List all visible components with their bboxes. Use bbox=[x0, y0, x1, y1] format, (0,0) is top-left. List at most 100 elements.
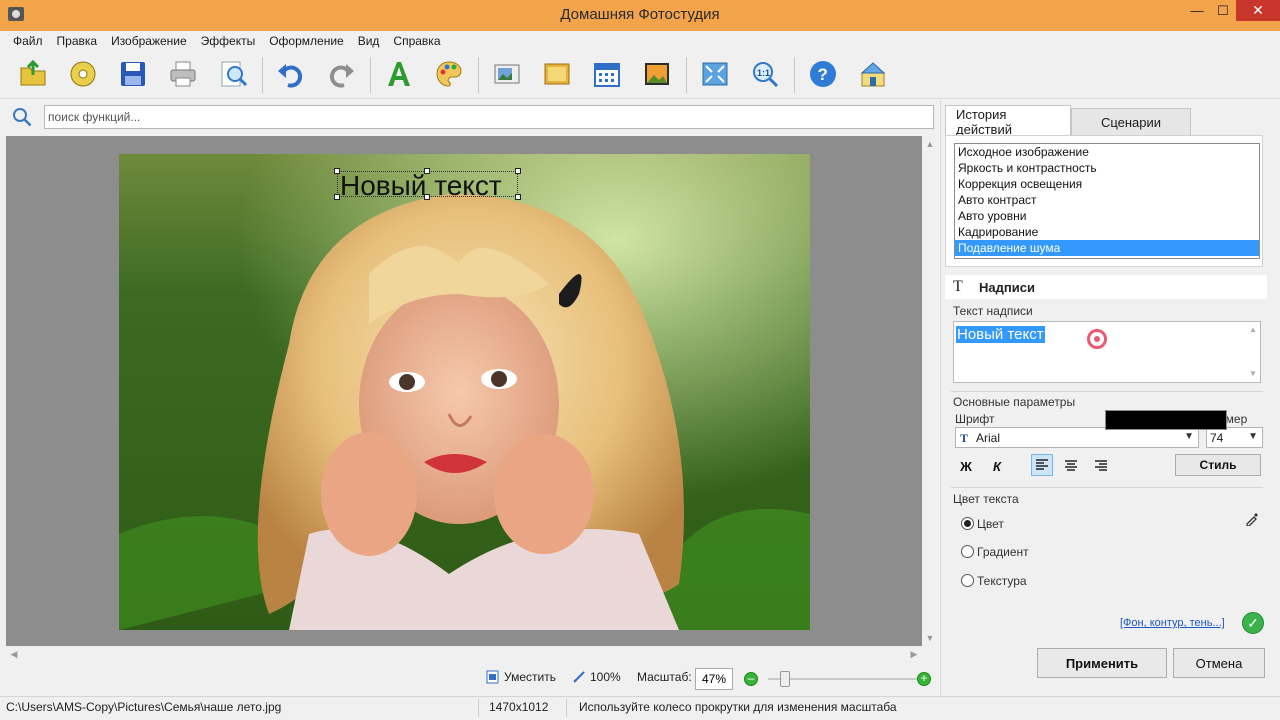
resize-handle-n[interactable] bbox=[424, 168, 430, 174]
zoom-input[interactable] bbox=[695, 668, 733, 690]
fit-icon bbox=[486, 670, 499, 684]
menu-edit[interactable]: Правка bbox=[50, 34, 105, 48]
open-folder-icon[interactable] bbox=[16, 57, 50, 91]
gradient-option-label: Градиент bbox=[977, 545, 1029, 559]
align-left-button[interactable] bbox=[1031, 454, 1053, 476]
search-input[interactable] bbox=[44, 105, 934, 129]
redo-icon[interactable] bbox=[324, 57, 358, 91]
zoom-slider-track[interactable] bbox=[768, 678, 918, 680]
section-title: Надписи bbox=[979, 280, 1035, 295]
caption-properties: Текст надписи Новый текст ▲ ▼ Основные п… bbox=[945, 301, 1267, 601]
scroll-left-icon[interactable]: ◀ bbox=[9, 649, 19, 659]
image-frame-icon[interactable] bbox=[490, 57, 524, 91]
menu-image[interactable]: Изображение bbox=[104, 34, 194, 48]
menu-file[interactable]: Файл bbox=[6, 34, 50, 48]
text-icon[interactable] bbox=[382, 57, 416, 91]
title-bar: Домашняя Фотостудия — ☐ ✕ bbox=[0, 0, 1280, 31]
canvas-vertical-scrollbar[interactable]: ▲ ▼ bbox=[922, 136, 938, 646]
history-item[interactable]: Коррекция освещения bbox=[955, 176, 1259, 192]
italic-button[interactable]: К bbox=[986, 455, 1008, 477]
tab-scenarios[interactable]: Сценарии bbox=[1071, 108, 1191, 135]
fit-button[interactable]: Уместить bbox=[486, 670, 556, 684]
help-icon[interactable]: ? bbox=[806, 57, 840, 91]
undo-icon[interactable] bbox=[274, 57, 308, 91]
texture-radio[interactable] bbox=[961, 574, 974, 587]
align-center-button[interactable] bbox=[1060, 455, 1082, 477]
history-item[interactable]: Кадрирование bbox=[955, 224, 1259, 240]
save-icon[interactable] bbox=[116, 57, 150, 91]
chevron-down-icon: ▼ bbox=[1184, 431, 1194, 442]
history-item[interactable]: Авто уровни bbox=[955, 208, 1259, 224]
captions-section-header: T Надписи bbox=[945, 275, 1267, 299]
bold-button[interactable]: Ж bbox=[955, 455, 977, 477]
zoom-in-button[interactable]: + bbox=[917, 672, 931, 686]
history-item-selected[interactable]: Подавление шума bbox=[955, 240, 1259, 256]
eyedropper-icon[interactable] bbox=[1245, 512, 1259, 527]
fit-screen-icon[interactable] bbox=[698, 57, 732, 91]
history-list[interactable]: Исходное изображение Яркость и контрастн… bbox=[954, 143, 1260, 259]
postcard-icon[interactable] bbox=[640, 57, 674, 91]
color-radio[interactable] bbox=[961, 517, 974, 530]
print-icon[interactable] bbox=[166, 57, 200, 91]
text-color-swatch[interactable] bbox=[1105, 410, 1227, 430]
palette-icon[interactable] bbox=[432, 57, 466, 91]
zoom-out-button[interactable]: – bbox=[744, 672, 758, 686]
cancel-button[interactable]: Отмена bbox=[1173, 648, 1265, 678]
history-item[interactable]: Яркость и контрастность bbox=[955, 160, 1259, 176]
photo-girl-illustration bbox=[119, 154, 810, 630]
align-right-button[interactable] bbox=[1090, 455, 1112, 477]
calendar-icon[interactable] bbox=[590, 57, 624, 91]
resize-handle-se[interactable] bbox=[515, 194, 521, 200]
textarea-scroll-down-icon[interactable]: ▼ bbox=[1248, 369, 1258, 379]
apply-button[interactable]: Применить bbox=[1037, 648, 1167, 678]
search-icon bbox=[13, 108, 32, 127]
font-value: Arial bbox=[976, 431, 1001, 445]
align-left-icon bbox=[1036, 459, 1048, 470]
actual-size-button[interactable]: 100% bbox=[572, 670, 621, 684]
text-color-label: Цвет текста bbox=[953, 492, 1019, 506]
font-type-icon: T bbox=[960, 431, 969, 445]
home-icon[interactable] bbox=[856, 57, 890, 91]
font-select[interactable]: T Arial ▼ bbox=[955, 427, 1199, 448]
tab-history[interactable]: История действий bbox=[945, 105, 1071, 137]
canvas-horizontal-scrollbar[interactable]: ◀ ▶ bbox=[6, 646, 922, 664]
image-canvas[interactable]: Новый текст bbox=[6, 136, 922, 646]
resize-handle-nw[interactable] bbox=[334, 168, 340, 174]
menu-design[interactable]: Оформление bbox=[262, 34, 350, 48]
textarea-scroll-up-icon[interactable]: ▲ bbox=[1248, 325, 1258, 335]
right-panel: История действий Сценарии Исходное изобр… bbox=[940, 100, 1280, 696]
zoom-slider-thumb[interactable] bbox=[780, 671, 790, 687]
menu-help[interactable]: Справка bbox=[386, 34, 447, 48]
history-item[interactable]: Исходное изображение bbox=[955, 144, 1259, 160]
photo-icon[interactable] bbox=[540, 57, 574, 91]
svg-text:1:1: 1:1 bbox=[757, 68, 770, 78]
scroll-right-icon[interactable]: ▶ bbox=[909, 649, 919, 659]
status-file-path: C:\Users\AMS-Copy\Pictures\Семья\наше ле… bbox=[6, 700, 282, 714]
resize-handle-ne[interactable] bbox=[515, 168, 521, 174]
background-outline-shadow-link[interactable]: [Фон, контур, тень...] bbox=[1120, 617, 1225, 629]
zoom-1-1-icon[interactable]: 1:1 bbox=[748, 57, 782, 91]
zoom-bar: Уместить 100% Масштаб: – + bbox=[480, 668, 940, 690]
gradient-radio[interactable] bbox=[961, 545, 974, 558]
color-option-label: Цвет bbox=[977, 517, 1004, 531]
resize-handle-sw[interactable] bbox=[334, 194, 340, 200]
photo-image[interactable]: Новый текст bbox=[119, 154, 810, 630]
size-value: 74 bbox=[1210, 431, 1224, 445]
caption-text: Новый текст bbox=[340, 170, 502, 201]
close-button[interactable]: ✕ bbox=[1236, 0, 1280, 21]
maximize-button[interactable]: ☐ bbox=[1210, 0, 1236, 21]
scroll-up-icon[interactable]: ▲ bbox=[925, 139, 935, 149]
menu-effects[interactable]: Эффекты bbox=[194, 34, 263, 48]
scroll-down-icon[interactable]: ▼ bbox=[925, 633, 935, 643]
disc-icon[interactable] bbox=[66, 57, 100, 91]
caption-text-area[interactable]: Новый текст ▲ ▼ bbox=[953, 321, 1261, 383]
history-item[interactable]: Авто контраст bbox=[955, 192, 1259, 208]
style-button[interactable]: Стиль bbox=[1175, 454, 1261, 476]
preview-icon[interactable] bbox=[216, 57, 250, 91]
confirm-check-icon[interactable]: ✓ bbox=[1242, 612, 1264, 634]
size-select[interactable]: 74 ▼ bbox=[1206, 427, 1263, 448]
menu-view[interactable]: Вид bbox=[351, 34, 387, 48]
resize-handle-s[interactable] bbox=[424, 194, 430, 200]
caption-text-object[interactable]: Новый текст bbox=[334, 168, 521, 201]
minimize-button[interactable]: — bbox=[1184, 0, 1210, 21]
